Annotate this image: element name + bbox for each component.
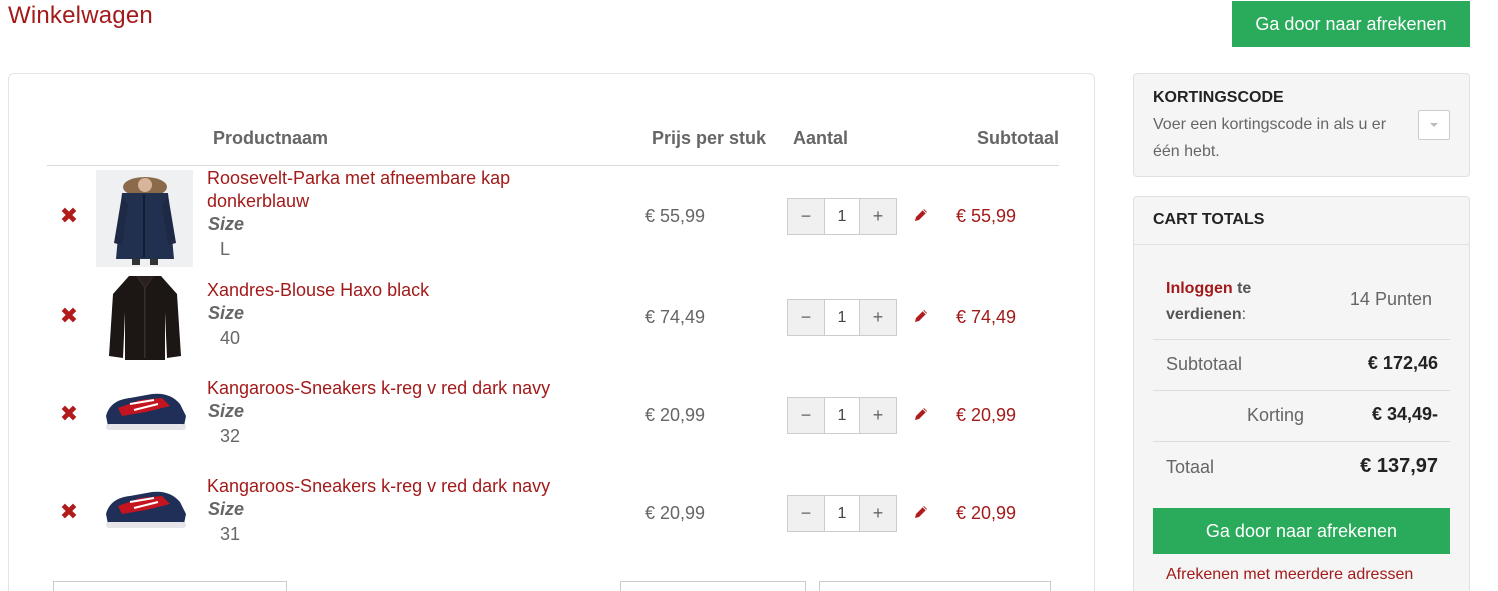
discount-title: KORTINGSCODE [1153, 89, 1284, 106]
remove-item-icon[interactable]: ✖ [59, 403, 79, 425]
qty-increase-button[interactable]: + [860, 199, 896, 234]
product-image-parka[interactable] [96, 170, 193, 267]
quantity-stepper: − 1 + [787, 397, 897, 434]
points-label: Inloggen te verdienen: [1166, 280, 1252, 323]
table-row: ✖ Xandres-Blouse Haxo black Size 40 € 74… [47, 275, 1059, 369]
qty-increase-button[interactable]: + [860, 496, 896, 531]
qty-decrease-button[interactable]: − [788, 300, 824, 335]
page-title: Winkelwagen [8, 2, 153, 29]
product-name-link[interactable]: Roosevelt-Parka met afneembare kap donke… [207, 167, 567, 213]
qty-input[interactable]: 1 [824, 199, 860, 234]
continue-shopping-button[interactable] [53, 581, 287, 591]
quantity-stepper: − 1 + [787, 495, 897, 532]
total-label: Totaal [1166, 457, 1215, 477]
qty-decrease-button[interactable]: − [788, 199, 824, 234]
checkout-button[interactable]: Ga door naar afrekenen [1153, 508, 1450, 554]
parka-image-icon [113, 176, 176, 265]
discount-row: Korting € 34,49- [1153, 391, 1450, 442]
product-name-link[interactable]: Kangaroos-Sneakers k-reg v red dark navy [207, 377, 567, 400]
table-row: ✖ Roosevelt-Parka met afneembare kap don… [47, 167, 1059, 267]
subtotal-row: Subtotaal € 172,46 [1153, 340, 1450, 391]
subtotal-value: € 172,46 [1367, 353, 1438, 373]
sneaker-image-icon [105, 491, 186, 528]
table-row: ✖ Kangaroos-Sneakers k-reg v red dark na… [47, 377, 1059, 467]
qty-input[interactable]: 1 [824, 300, 860, 335]
unit-price: € 20,99 [645, 405, 706, 425]
row-subtotal: € 20,99 [956, 405, 1017, 425]
option-label: Size [208, 499, 245, 519]
row-subtotal: € 20,99 [956, 503, 1017, 523]
quantity-stepper: − 1 + [787, 198, 897, 235]
row-subtotal: € 55,99 [956, 206, 1017, 226]
totals-header: CART TOTALS [1134, 197, 1469, 245]
discount-text: Voer een kortingscode in als u er één he… [1153, 116, 1387, 160]
cart-table-panel: Productnaam Prijs per stuk Aantal Subtot… [8, 73, 1095, 591]
edit-pencil-icon[interactable] [913, 406, 929, 422]
totals-title: CART TOTALS [1153, 211, 1265, 228]
sneaker-image-icon [105, 393, 186, 430]
update-cart-button[interactable] [819, 581, 1051, 591]
edit-pencil-icon[interactable] [913, 504, 929, 520]
product-image-blouse[interactable] [96, 271, 193, 363]
header-product-name: Productnaam [213, 128, 329, 148]
row-subtotal: € 74,49 [956, 307, 1017, 327]
unit-price: € 74,49 [645, 307, 706, 327]
qty-input[interactable]: 1 [824, 398, 860, 433]
total-value: € 137,97 [1360, 455, 1438, 477]
clear-cart-button[interactable] [620, 581, 806, 591]
option-value: 32 [220, 426, 241, 446]
remove-item-icon[interactable]: ✖ [59, 501, 79, 523]
remove-item-icon[interactable]: ✖ [59, 205, 79, 227]
option-label: Size [208, 401, 245, 421]
qty-increase-button[interactable]: + [860, 398, 896, 433]
qty-decrease-button[interactable]: − [788, 496, 824, 531]
cart-totals-panel: CART TOTALS Inloggen te verdienen: 14 Pun… [1133, 196, 1470, 591]
option-value: 31 [220, 524, 241, 544]
checkout-button-top[interactable]: Ga door naar afrekenen [1232, 1, 1470, 47]
discount-label: Korting [1247, 405, 1305, 425]
edit-pencil-icon[interactable] [913, 308, 929, 324]
chevron-down-icon [1430, 123, 1438, 127]
login-link[interactable]: Inloggen [1166, 280, 1233, 297]
product-image-sneaker[interactable] [96, 479, 193, 539]
option-label: Size [208, 214, 245, 234]
option-value: L [220, 239, 231, 259]
multi-address-checkout-link[interactable]: Afrekenen met meerdere adressen [1166, 566, 1413, 584]
discount-value: € 34,49- [1371, 404, 1438, 424]
header-subtotal: Subtotaal [976, 128, 1059, 148]
product-image-sneaker[interactable] [96, 381, 193, 441]
points-row: Inloggen te verdienen: 14 Punten [1153, 259, 1450, 340]
points-value: 14 Punten [1349, 289, 1432, 309]
remove-item-icon[interactable]: ✖ [59, 305, 79, 327]
qty-decrease-button[interactable]: − [788, 398, 824, 433]
table-row: ✖ Kangaroos-Sneakers k-reg v red dark na… [47, 475, 1059, 565]
header-quantity: Aantal [793, 128, 849, 148]
product-name-link[interactable]: Kangaroos-Sneakers k-reg v red dark navy [207, 475, 567, 498]
table-header: Productnaam Prijs per stuk Aantal Subtot… [47, 128, 1059, 166]
discount-panel: KORTINGSCODE Voer een kortingscode in al… [1133, 73, 1470, 177]
unit-price: € 55,99 [645, 206, 706, 226]
qty-increase-button[interactable]: + [860, 300, 896, 335]
option-value: 40 [220, 328, 241, 348]
qty-input[interactable]: 1 [824, 496, 860, 531]
unit-price: € 20,99 [645, 503, 706, 523]
product-name-link[interactable]: Xandres-Blouse Haxo black [207, 279, 567, 302]
edit-pencil-icon[interactable] [913, 207, 929, 223]
quantity-stepper: − 1 + [787, 299, 897, 336]
blouse-image-icon [108, 275, 181, 360]
header-price: Prijs per stuk [652, 128, 767, 148]
option-label: Size [208, 303, 245, 323]
subtotal-label: Subtotaal [1166, 354, 1243, 374]
discount-toggle-button[interactable] [1418, 110, 1450, 140]
total-row: Totaal € 137,97 [1153, 442, 1450, 494]
